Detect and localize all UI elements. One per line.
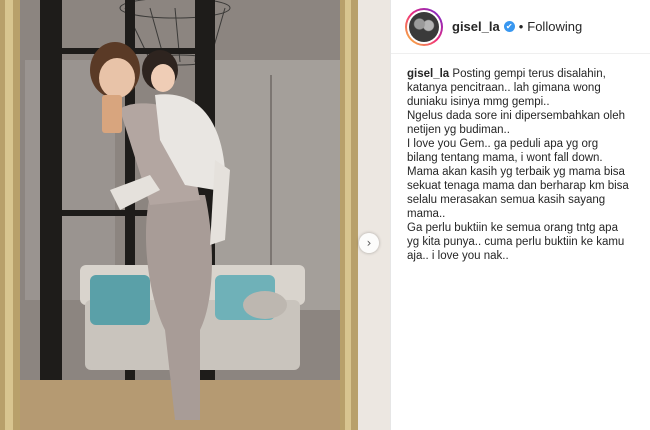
username-link[interactable]: gisel_la: [452, 19, 500, 34]
carousel-next-icon[interactable]: ›: [359, 233, 379, 253]
caption-text: Posting gempi terus disalahin,: [452, 68, 606, 80]
following-button[interactable]: Following: [527, 19, 582, 34]
caption-line: netijen yg budiman..: [407, 124, 510, 136]
mirror-selfie-image: [0, 0, 390, 430]
caption-line: I love you Gem.. ga peduli apa yg org: [407, 138, 599, 150]
caption-line: sekuat tenaga mama dan berharap km bisa: [407, 180, 629, 192]
post-photo[interactable]: ›: [0, 0, 390, 430]
caption-line: yg kita punya.. cuma perlu buktiin ke ka…: [407, 236, 625, 248]
caption-line: gisel_la Posting gempi terus disalahin,: [407, 67, 639, 81]
caption-line: aja.. i love you nak..: [407, 250, 509, 262]
caption-line: Mama akan kasih yg terbaik yg mama bisa: [407, 166, 625, 178]
avatar[interactable]: [405, 7, 443, 46]
caption-line: selalu merasakan semua kasih sayang: [407, 194, 606, 206]
caption-line: Ga perlu buktiin ke semua orang tntg apa: [407, 222, 618, 234]
verified-icon: ✔: [503, 21, 515, 32]
caption-line: katanya pencitraan.. lah gimana wong: [407, 82, 601, 94]
caption-line: Ngelus dada sore ini dipersembahkan oleh: [407, 110, 626, 122]
caption-line: mama..: [407, 208, 446, 220]
caption-username[interactable]: gisel_la: [407, 68, 449, 80]
panel-divider: [390, 0, 391, 430]
avatar-image: [409, 11, 439, 42]
caption-line: duniaku isinya mmg gempi..: [407, 96, 550, 108]
post-header: gisel_la ✔ • Following: [391, 0, 650, 54]
avatar-frame: [407, 9, 441, 44]
caption-line: bilang tentang mama, i wont fall down.: [407, 152, 603, 164]
separator-dot: •: [518, 19, 524, 34]
post-caption: gisel_la Posting gempi terus disalahin, …: [407, 67, 639, 263]
